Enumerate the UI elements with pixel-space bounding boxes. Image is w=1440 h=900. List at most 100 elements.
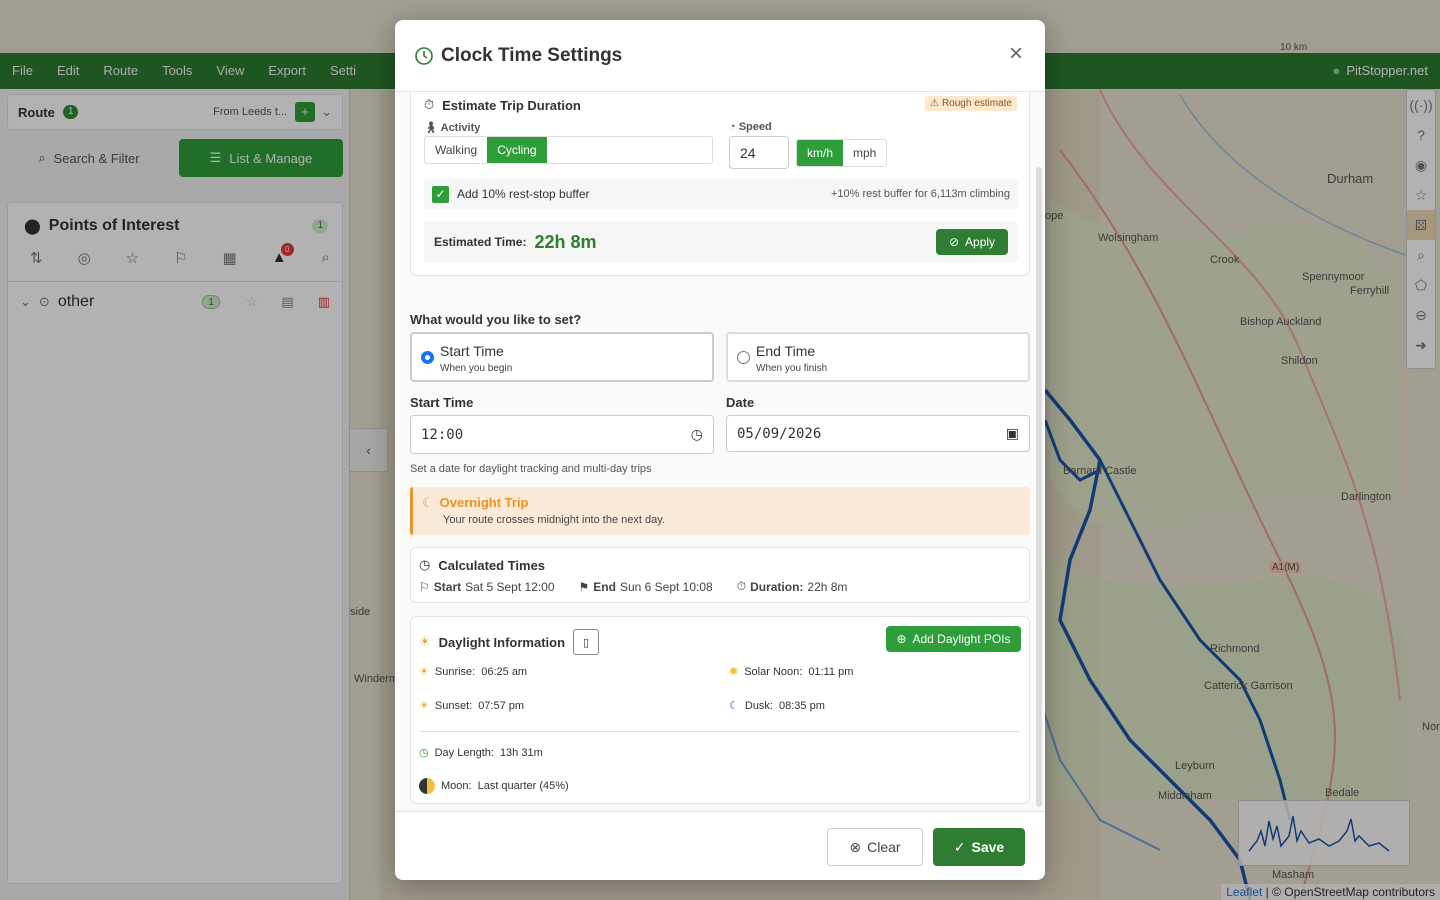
unit-mph[interactable]: mph	[843, 140, 886, 166]
date-label: Date	[726, 395, 755, 410]
solar-noon-value: 01:11 pm	[808, 665, 854, 678]
option-sub: When you finish	[756, 363, 828, 374]
end-value: Sun 6 Sept 10:08	[619, 579, 713, 594]
buffer-note: +10% rest buffer for 6,113m climbing	[830, 188, 1010, 200]
estimate-card: ⏱ Estimate Trip Duration ⚠ Rough estimate…	[410, 92, 1030, 276]
clock-icon: ◷	[419, 557, 431, 572]
duration-value: 22h 8m	[807, 579, 848, 594]
check-circle-icon: ⊘	[948, 235, 960, 249]
buffer-label: Add 10% rest-stop buffer	[457, 187, 590, 201]
dusk-label: Dusk:	[744, 699, 773, 712]
buffer-checkbox[interactable]: ✓	[432, 185, 449, 203]
start-value: Sat 5 Sept 12:00	[465, 579, 555, 594]
activity-cycling[interactable]: Cycling	[487, 137, 547, 163]
option-end-time[interactable]: End Time When you finish	[726, 332, 1030, 382]
moon-label: Moon:	[441, 780, 472, 792]
rough-estimate-badge: ⚠ Rough estimate	[924, 96, 1017, 111]
clock-time-settings-dialog: Clock Time Settings × ⏱ Estimate Trip Du…	[395, 20, 1045, 880]
activity-label: 🚶︎ Activity	[424, 121, 480, 134]
sunrise-label: Sunrise:	[434, 665, 476, 678]
dialog-footer: ⊗ Clear ✓ Save	[395, 811, 1045, 880]
date-value: 05/09/2026	[737, 425, 822, 442]
flag-filled-icon: ⚑	[578, 579, 590, 594]
clipboard-icon[interactable]: ▯	[573, 629, 600, 655]
daylight-card: ☀ Daylight Information ▯ ⊕ Add Daylight P…	[410, 616, 1030, 804]
sunrise-value: 06:25 am	[481, 665, 528, 678]
x-circle-icon: ⊗	[849, 838, 862, 855]
end-label: End	[593, 579, 616, 594]
date-hint: Set a date for daylight tracking and mul…	[410, 463, 652, 475]
sunset-label: Sunset:	[434, 699, 473, 712]
speed-input[interactable]: 24	[729, 136, 789, 169]
overnight-alert: ☾ Overnight Trip Your route crosses midni…	[410, 487, 1030, 535]
clear-button[interactable]: ⊗ Clear	[827, 828, 923, 866]
plus-circle-icon: ⊕	[896, 632, 907, 646]
sunset-icon: ☀	[419, 700, 429, 712]
buffer-row: ✓ Add 10% rest-stop buffer +10% rest buf…	[424, 179, 1018, 209]
dusk-value: 08:35 pm	[779, 699, 825, 712]
moon-value: Last quarter (45%)	[477, 780, 569, 792]
dialog-body: ⏱ Estimate Trip Duration ⚠ Rough estimate…	[395, 92, 1045, 811]
moon-phase-icon	[419, 778, 435, 794]
overnight-text: Your route crosses midnight into the nex…	[443, 514, 665, 526]
add-daylight-pois-button[interactable]: ⊕ Add Daylight POIs	[886, 626, 1021, 652]
start-label: Start	[433, 579, 462, 594]
save-button[interactable]: ✓ Save	[933, 828, 1025, 866]
activity-toggle: Walking Cycling	[424, 136, 713, 164]
activity-label-text: Activity	[440, 122, 481, 134]
clock-icon: ◷	[419, 747, 429, 759]
estimated-time-row: Estimated Time: 22h 8m ⊘ Apply	[424, 221, 1018, 263]
overnight-title: Overnight Trip	[439, 495, 529, 510]
apply-label: Apply	[965, 235, 996, 249]
clock-icon[interactable]: ◷	[691, 427, 703, 443]
check-circle-icon: ✓	[953, 838, 966, 855]
speedometer-icon: ◔	[729, 121, 736, 133]
duration-label: Duration:	[750, 579, 804, 594]
option-start-time[interactable]: Start Time When you begin	[410, 332, 714, 382]
start-time-input[interactable]: 12:00 ◷	[410, 415, 714, 454]
option-title: End Time	[756, 343, 816, 359]
estimate-title: Estimate Trip Duration	[442, 97, 581, 113]
dialog-header: Clock Time Settings ×	[395, 20, 1045, 92]
estimated-time-value: 22h 8m	[534, 231, 597, 252]
radio-end-time[interactable]	[737, 351, 750, 364]
estimated-time-label: Estimated Time:	[434, 235, 527, 249]
close-icon[interactable]: ×	[1009, 42, 1023, 66]
day-length-label: Day Length:	[434, 746, 494, 759]
option-sub: When you begin	[440, 363, 513, 374]
day-length-value: 13h 31m	[499, 746, 543, 759]
radio-start-time[interactable]	[421, 351, 434, 364]
moon-icon: ☾	[729, 700, 739, 712]
moon-icon: ☾	[422, 495, 434, 510]
start-time-label: Start Time	[410, 395, 474, 410]
sunrise-icon: ☀	[419, 634, 431, 649]
scrollbar[interactable]	[1036, 167, 1042, 807]
activity-walking[interactable]: Walking	[425, 137, 487, 163]
option-title: Start Time	[440, 343, 504, 359]
calculated-times-card: ◷ Calculated Times ⚐ Start Sat 5 Sept 12…	[410, 547, 1030, 603]
clear-label: Clear	[867, 839, 901, 855]
sunrise-icon: ☀	[419, 666, 429, 678]
unit-kmh[interactable]: km/h	[797, 140, 844, 166]
date-input[interactable]: 05/09/2026 ▣	[726, 415, 1030, 452]
dialog-title: Clock Time Settings	[441, 44, 623, 66]
speed-label-text: Speed	[738, 121, 772, 133]
solar-noon-label: Solar Noon:	[744, 665, 803, 678]
speed-label: ◔ Speed	[729, 121, 772, 133]
walker-icon: 🚶︎	[424, 122, 438, 134]
stopwatch-icon: ⏱	[424, 97, 435, 112]
daylight-title: Daylight Information	[438, 634, 566, 650]
unit-toggle: km/h mph	[796, 139, 888, 167]
badge-text: Rough estimate	[941, 98, 1012, 109]
apply-button[interactable]: ⊘ Apply	[936, 229, 1008, 255]
set-question: What would you like to set?	[410, 312, 582, 327]
start-time-value: 12:00	[421, 426, 464, 443]
sunset-value: 07:57 pm	[478, 699, 525, 712]
calculated-title: Calculated Times	[438, 557, 546, 573]
sun-icon: ✺	[729, 666, 739, 678]
stopwatch-icon: ⏱	[736, 579, 747, 593]
save-label: Save	[971, 839, 1005, 855]
flag-icon: ⚐	[419, 579, 430, 594]
calendar-icon[interactable]: ▣	[1006, 426, 1019, 442]
warning-icon: ⚠	[929, 98, 939, 109]
